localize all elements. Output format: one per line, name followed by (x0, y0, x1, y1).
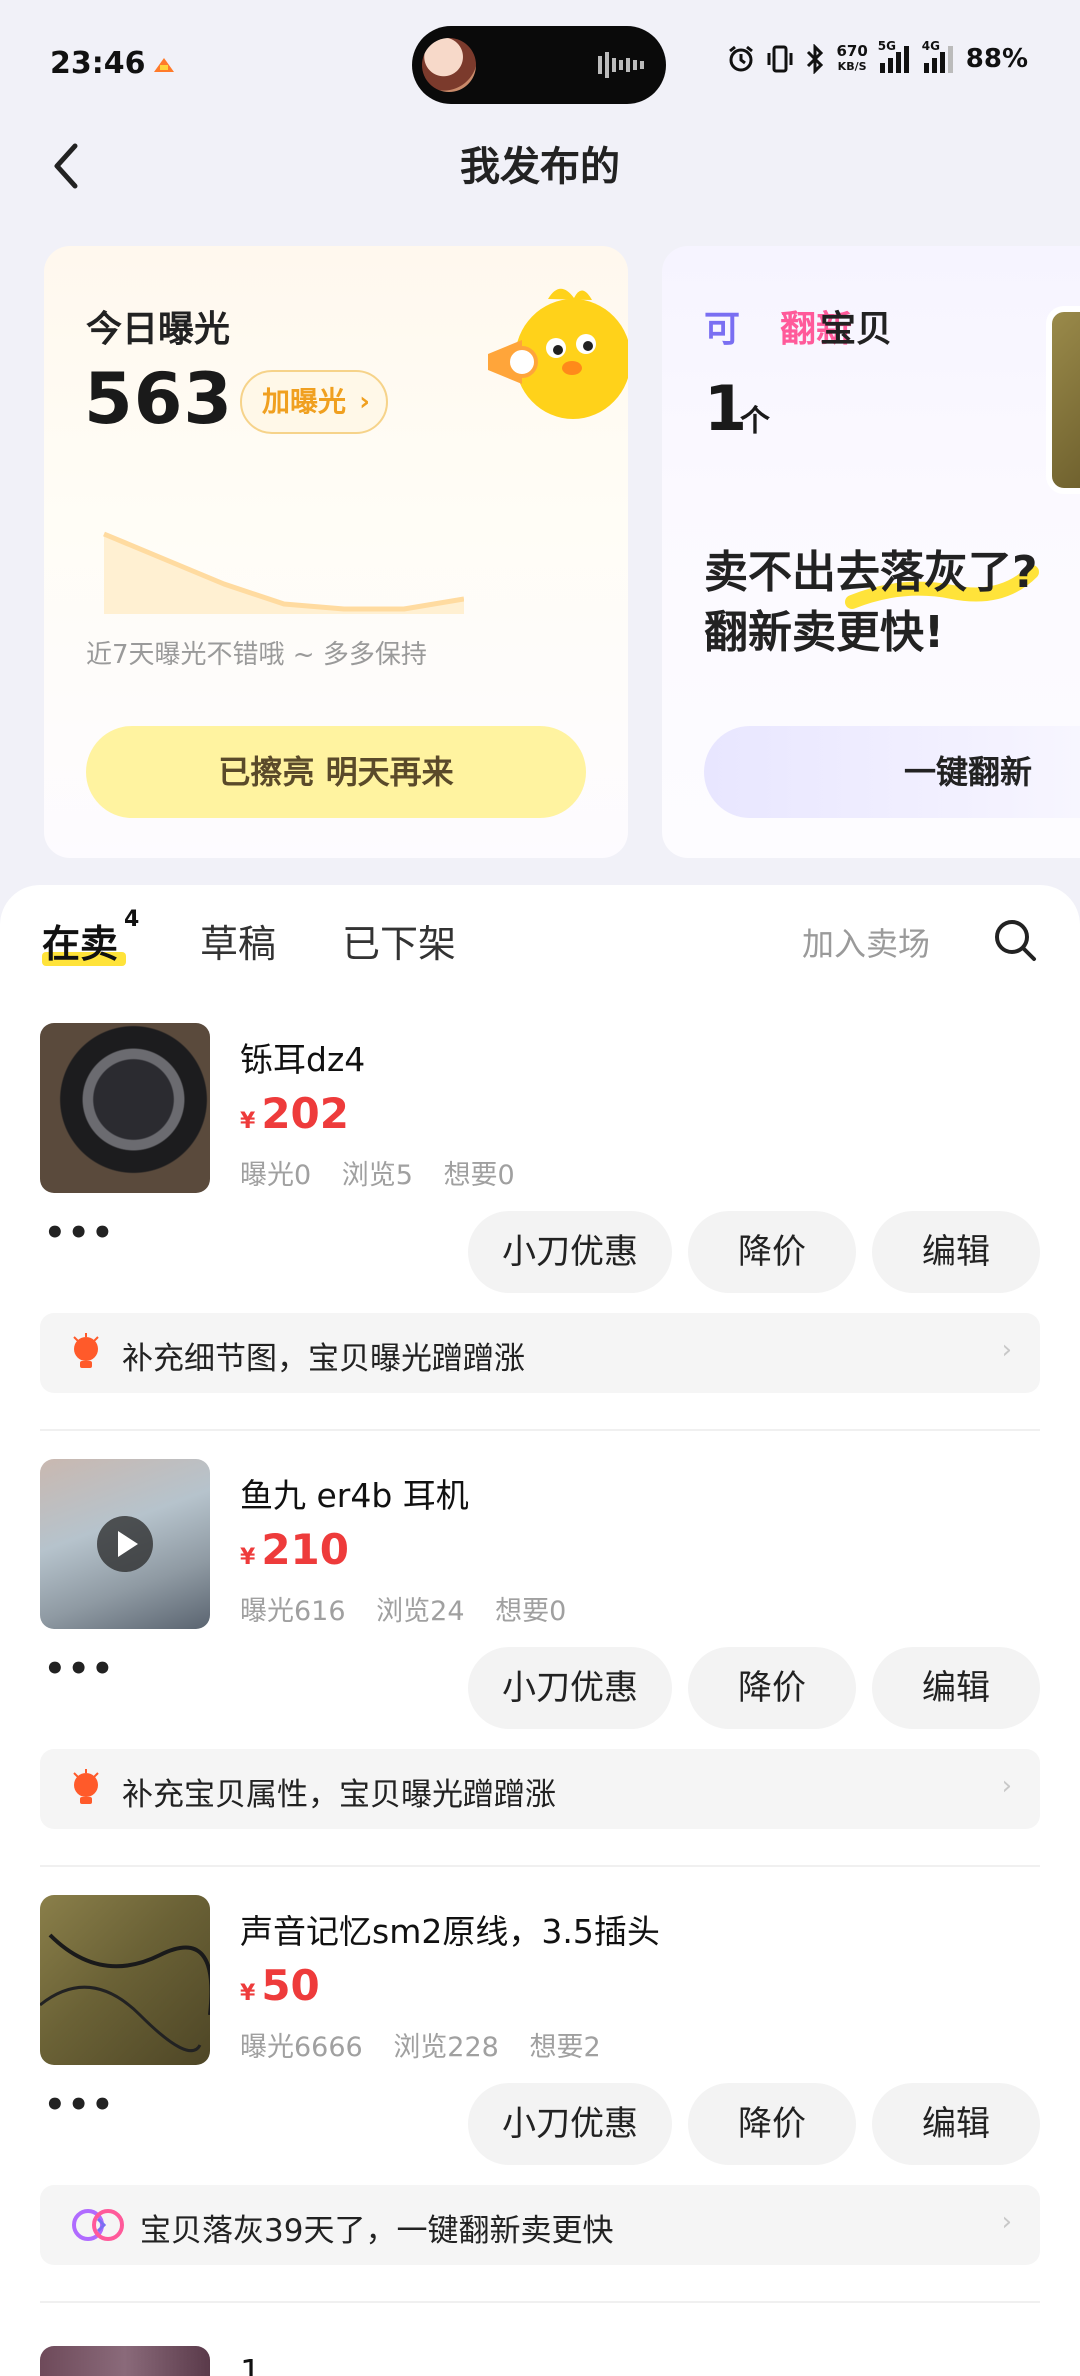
listing-item[interactable]: 声音记忆sm2原线，3.5插头 ¥50 曝光6666 浏览228 想要2 •••… (0, 1867, 1080, 2303)
edit-button[interactable]: 编辑 (872, 2083, 1040, 2165)
tab-selling-count: 4 (124, 907, 140, 932)
item-tip-bar[interactable]: 补充细节图，宝贝曝光蹭蹭涨 › (40, 1313, 1040, 1393)
item-thumbnail (40, 1023, 210, 1193)
bulb-icon (73, 1333, 99, 1368)
exposure-note: 近7天曝光不错哦 ~ 多多保持 (86, 640, 427, 670)
status-time: 23:46 (50, 46, 146, 81)
app-notification-icon (154, 58, 174, 72)
page-title: 我发布的 (460, 144, 620, 190)
item-title: 1 (240, 2352, 261, 2376)
chevron-right-icon: › (1001, 2207, 1012, 2237)
boost-exposure-button[interactable]: 加曝光 › (240, 370, 389, 434)
chevron-right-icon: › (1001, 1771, 1012, 1801)
audio-wave-icon (598, 52, 644, 78)
battery-level: 88% (965, 44, 1028, 74)
refreshable-unit: 个 (740, 404, 770, 439)
bulb-icon (73, 1769, 99, 1804)
reduce-price-button[interactable]: 降价 (688, 2083, 856, 2165)
more-options-icon[interactable]: ••• (44, 1649, 115, 1689)
item-thumbnail-peek (1046, 306, 1080, 494)
mascot-chick-icon (488, 288, 628, 419)
signal-4g-icon: 4G (922, 39, 956, 73)
today-exposure-card: 今日曝光 563 加曝光 › 近7天曝光不错哦 ~ 多多保持 已擦亮 明天再来 (44, 246, 628, 858)
item-exposure: 曝光616 (240, 1596, 346, 1627)
discount-button[interactable]: 小刀优惠 (468, 2083, 672, 2165)
reduce-price-button[interactable]: 降价 (688, 1647, 856, 1729)
video-play-icon (97, 1516, 153, 1572)
vibrate-icon (767, 45, 793, 73)
media-avatar-icon (422, 38, 476, 92)
item-stats: 曝光0 浏览5 想要0 (240, 1153, 537, 1192)
item-thumbnail (40, 1895, 210, 2065)
join-market-link[interactable]: 加入卖场 (802, 919, 930, 965)
item-title: 鱼九 er4b 耳机 (240, 1476, 469, 1515)
chevron-right-icon: › (359, 387, 371, 417)
discount-button[interactable]: 小刀优惠 (468, 1211, 672, 1293)
item-tip-bar[interactable]: 宝贝落灰39天了，一键翻新卖更快 › (40, 2185, 1040, 2265)
item-wants: 想要0 (495, 1596, 567, 1627)
listing-item[interactable]: 铄耳dz4 ¥202 曝光0 浏览5 想要0 ••• 小刀优惠 降价 编辑 补充… (0, 995, 1080, 1431)
exposure-trend-sparkline (103, 531, 464, 614)
item-wants: 想要0 (443, 1160, 515, 1191)
item-price: ¥50 (240, 1961, 320, 2010)
more-options-icon[interactable]: ••• (44, 2085, 115, 2125)
listing-item[interactable]: 鱼九 er4b 耳机 ¥210 曝光616 浏览24 想要0 ••• 小刀优惠 … (0, 1431, 1080, 1867)
tab-delisted[interactable]: 已下架 (342, 913, 456, 968)
item-thumbnail (40, 2346, 210, 2376)
edit-button[interactable]: 编辑 (872, 1211, 1040, 1293)
signal-5g-icon: 5G (878, 39, 912, 73)
item-price: ¥210 (240, 1525, 349, 1574)
cable-photo (40, 1933, 210, 2053)
one-click-refresh-button[interactable]: 一键翻新 (704, 726, 1080, 818)
item-exposure: 曝光6666 (240, 2032, 363, 2063)
item-stats: 曝光6666 浏览228 想要2 (240, 2025, 623, 2064)
item-views: 浏览24 (376, 1596, 465, 1627)
item-stats: 曝光616 浏览24 想要0 (240, 1589, 588, 1628)
item-tip-text: 补充细节图，宝贝曝光蹭蹭涨 (122, 1341, 525, 1377)
page-header: 我发布的 (0, 120, 1080, 210)
refresh-loop-icon (72, 2209, 124, 2241)
item-tip-bar[interactable]: 补充宝贝属性，宝贝曝光蹭蹭涨 › (40, 1749, 1040, 1829)
item-views: 浏览228 (393, 2032, 499, 2063)
exposure-count: 563 (84, 358, 234, 440)
more-options-icon[interactable]: ••• (44, 1213, 115, 1253)
chevron-right-icon: › (1001, 1335, 1012, 1365)
item-thumbnail (40, 1459, 210, 1629)
discount-button[interactable]: 小刀优惠 (468, 1647, 672, 1729)
bluetooth-icon (807, 44, 824, 74)
item-tip-text: 宝贝落灰39天了，一键翻新卖更快 (140, 2213, 614, 2249)
item-title: 铄耳dz4 (240, 1040, 366, 1079)
item-tip-text: 补充宝贝属性，宝贝曝光蹭蹭涨 (122, 1777, 556, 1813)
listing-panel: 在卖 4 草稿 已下架 加入卖场 铄耳dz4 ¥202 曝光0 浏览5 想要0 … (0, 885, 1080, 2376)
refresh-title-part1: 可 (704, 309, 741, 350)
refresh-slogan-line2: 翻新卖更快! (704, 607, 945, 658)
edit-button[interactable]: 编辑 (872, 1647, 1040, 1729)
status-icons: 670 KB/S 5G 4G 88% (726, 39, 1028, 74)
item-price: ¥202 (240, 1089, 349, 1138)
listing-tabs: 在卖 4 草稿 已下架 加入卖场 (0, 885, 1080, 995)
item-views: 浏览5 (341, 1160, 413, 1191)
item-wants: 想要2 (529, 2032, 601, 2063)
listing-item[interactable]: 1 (0, 2318, 1080, 2376)
refresh-slogan-line1: 卖不出去落灰了? (704, 547, 1038, 598)
dynamic-island[interactable] (412, 26, 666, 104)
status-bar: 23:46 670 KB/S 5G 4G 88% (0, 0, 1080, 130)
tab-selling[interactable]: 在卖 4 (42, 907, 139, 968)
alarm-icon (729, 45, 754, 72)
refresh-title-part3: 宝贝 (820, 309, 893, 350)
item-divider (40, 2301, 1040, 2303)
polished-done-button[interactable]: 已擦亮 明天再来 (86, 726, 586, 818)
network-speed: 670 KB/S (836, 42, 868, 74)
search-icon[interactable] (990, 915, 1040, 965)
tab-drafts[interactable]: 草稿 (200, 913, 276, 968)
reduce-price-button[interactable]: 降价 (688, 1211, 856, 1293)
exposure-card-title: 今日曝光 (86, 309, 231, 350)
item-title: 声音记忆sm2原线，3.5插头 (240, 1912, 660, 1951)
item-exposure: 曝光0 (240, 1160, 312, 1191)
boost-exposure-label: 加曝光 (262, 385, 347, 418)
refreshable-items-card[interactable]: 可 翻新 宝贝 1 个 卖不出去落灰了? 翻新卖更快! 一键翻新 (662, 246, 1080, 858)
